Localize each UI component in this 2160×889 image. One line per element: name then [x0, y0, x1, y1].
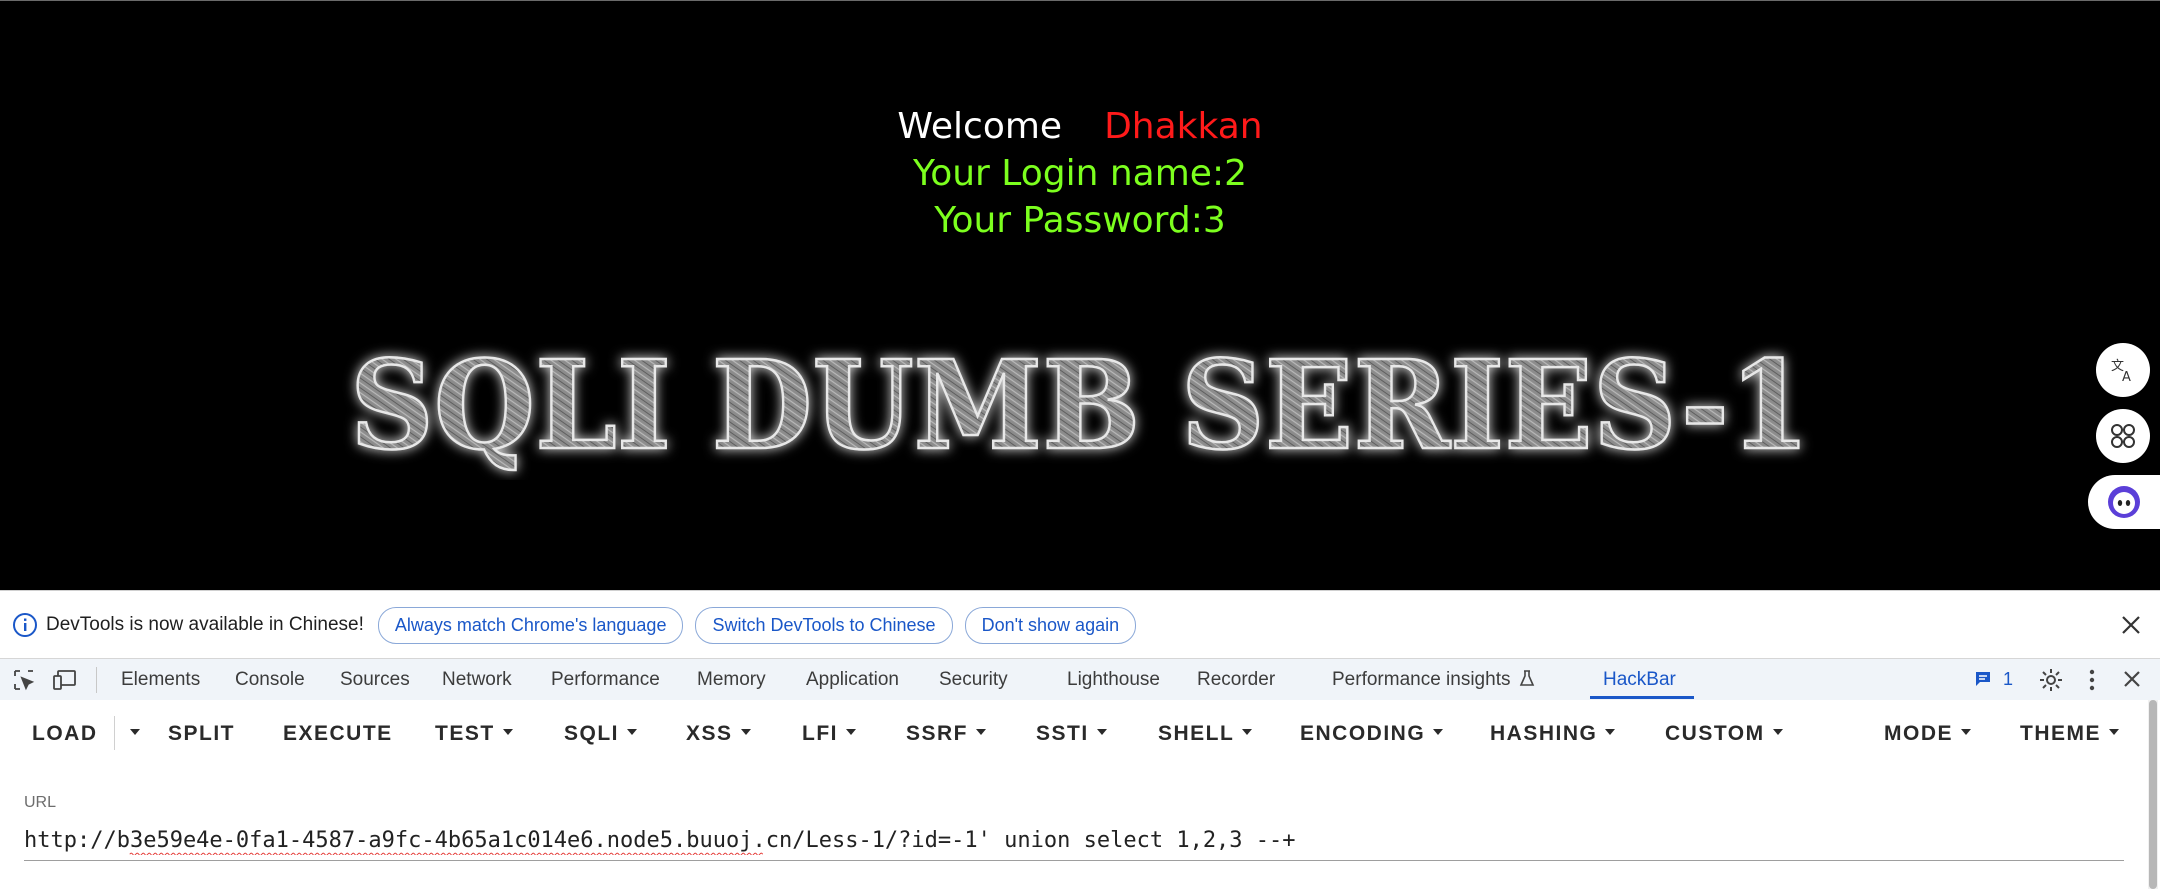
devtools-language-notice: DevTools is now available in Chinese! Al…	[0, 590, 2160, 659]
chevron-down-icon	[2109, 729, 2119, 736]
settings-gear-icon[interactable]	[2038, 667, 2064, 693]
chevron-down-icon	[1096, 729, 1107, 736]
tab-performance-insights[interactable]: Performance insights	[1332, 669, 1536, 691]
chevron-down-icon	[740, 729, 751, 736]
spellcheck-underline	[129, 852, 764, 855]
welcome-line: Welcome Dhakkan	[0, 103, 2160, 150]
load-button[interactable]: LOAD	[32, 722, 98, 746]
close-notice-icon[interactable]	[2120, 614, 2142, 636]
tab-lighthouse[interactable]: Lighthouse	[1067, 669, 1160, 691]
mode-menu[interactable]: MODE	[1884, 722, 1971, 746]
page-viewport: Welcome Dhakkan Your Login name:2 Your Pa…	[0, 0, 2160, 590]
tab-security[interactable]: Security	[939, 669, 1008, 691]
device-toolbar-icon[interactable]	[52, 668, 78, 692]
tab-sources[interactable]: Sources	[340, 669, 410, 691]
devtools-tab-bar: Elements Console Sources Network Perform…	[0, 658, 2160, 701]
welcome-user: Dhakkan	[1104, 106, 1263, 147]
banner-text: SQLI DUMB SERIES-1	[350, 333, 1810, 477]
chevron-down-icon	[627, 729, 638, 736]
viewport-top-border	[0, 0, 2160, 1]
lfi-menu-label: LFI	[802, 722, 838, 745]
xss-menu[interactable]: XSS	[686, 722, 751, 746]
assistant-button[interactable]	[2088, 475, 2160, 529]
hashing-menu[interactable]: HASHING	[1490, 722, 1616, 746]
shell-menu[interactable]: SHELL	[1158, 722, 1253, 746]
tab-application[interactable]: Application	[806, 669, 899, 691]
tab-network[interactable]: Network	[442, 669, 512, 691]
close-devtools-icon[interactable]	[2122, 669, 2142, 689]
svg-text:A: A	[2122, 370, 2131, 384]
flask-icon	[1520, 670, 1535, 686]
inspect-element-icon[interactable]	[12, 668, 36, 692]
ssrf-menu-label: SSRF	[906, 722, 969, 745]
sqli-menu[interactable]: SQLI	[564, 722, 638, 746]
chevron-down-icon	[1961, 729, 1971, 736]
apps-button[interactable]	[2096, 409, 2150, 463]
tab-recorder[interactable]: Recorder	[1197, 669, 1275, 691]
chevron-down-icon	[846, 729, 856, 736]
assistant-icon	[2108, 486, 2140, 518]
ssti-menu[interactable]: SSTI	[1036, 722, 1107, 746]
login-result: Welcome Dhakkan Your Login name:2 Your Pa…	[0, 103, 2160, 244]
theme-menu-label: THEME	[2020, 722, 2101, 745]
ssti-menu-label: SSTI	[1036, 722, 1089, 745]
load-separator	[114, 716, 115, 750]
match-language-button[interactable]: Always match Chrome's language	[377, 606, 684, 644]
tab-separator	[96, 667, 97, 693]
split-button[interactable]: SPLIT	[168, 722, 235, 746]
hackbar-panel: LOAD SPLIT EXECUTE TEST SQLI XSS LFI SSR…	[0, 700, 2160, 889]
tab-performance-insights-label: Performance insights	[1332, 669, 1511, 690]
chevron-down-icon	[502, 729, 513, 736]
test-menu[interactable]: TEST	[435, 722, 513, 746]
hackbar-menu: LOAD SPLIT EXECUTE TEST SQLI XSS LFI SSR…	[0, 700, 2140, 765]
load-dropdown-toggle[interactable]	[122, 722, 140, 746]
switch-to-chinese-button[interactable]: Switch DevTools to Chinese	[695, 606, 953, 644]
tab-elements[interactable]: Elements	[121, 669, 200, 691]
translate-button[interactable]: 文 A	[2096, 343, 2150, 397]
chevron-down-icon	[1242, 729, 1253, 736]
hackbar-scrollbar[interactable]	[2148, 700, 2158, 889]
dont-show-again-button[interactable]: Don't show again	[964, 606, 1137, 644]
chevron-down-icon	[1772, 729, 1783, 736]
chevron-down-icon	[130, 729, 140, 736]
hashing-menu-label: HASHING	[1490, 722, 1598, 745]
active-tab-indicator	[1590, 696, 1694, 699]
chevron-down-icon	[976, 729, 987, 736]
lfi-menu[interactable]: LFI	[802, 722, 856, 746]
theme-menu[interactable]: THEME	[2020, 722, 2119, 746]
tab-hackbar[interactable]: HackBar	[1603, 669, 1676, 691]
url-label: URL	[24, 794, 57, 811]
chevron-down-icon	[1433, 729, 1444, 736]
xss-menu-label: XSS	[686, 722, 733, 745]
issues-badge[interactable]: 1	[1974, 669, 2013, 690]
info-icon	[13, 613, 37, 637]
apps-icon	[2111, 424, 2135, 448]
password-line: Your Password:3	[934, 200, 1226, 241]
encoding-menu-label: ENCODING	[1300, 722, 1426, 745]
issues-icon	[1976, 672, 1990, 686]
sqli-banner-logo: SQLI DUMB SERIES-1	[349, 332, 1812, 479]
shell-menu-label: SHELL	[1158, 722, 1235, 745]
custom-menu[interactable]: CUSTOM	[1665, 722, 1783, 746]
tab-console[interactable]: Console	[235, 669, 305, 691]
scrollbar-thumb[interactable]	[2149, 700, 2157, 889]
encoding-menu[interactable]: ENCODING	[1300, 722, 1444, 746]
login-name-line: Your Login name:2	[913, 153, 1247, 194]
welcome-label: Welcome	[897, 106, 1063, 147]
custom-menu-label: CUSTOM	[1665, 722, 1765, 745]
tab-memory[interactable]: Memory	[697, 669, 766, 691]
notice-text: DevTools is now available in Chinese!	[46, 614, 364, 635]
chevron-down-icon	[1605, 729, 1616, 736]
mode-menu-label: MODE	[1884, 722, 1953, 745]
issues-count: 1	[2003, 669, 2014, 689]
more-options-icon[interactable]	[2084, 667, 2100, 693]
test-menu-label: TEST	[435, 722, 495, 745]
sqli-menu-label: SQLI	[564, 722, 620, 745]
execute-button[interactable]: EXECUTE	[283, 722, 393, 746]
ssrf-menu[interactable]: SSRF	[906, 722, 987, 746]
translate-icon: 文 A	[2111, 359, 2131, 384]
tab-performance[interactable]: Performance	[551, 669, 660, 691]
